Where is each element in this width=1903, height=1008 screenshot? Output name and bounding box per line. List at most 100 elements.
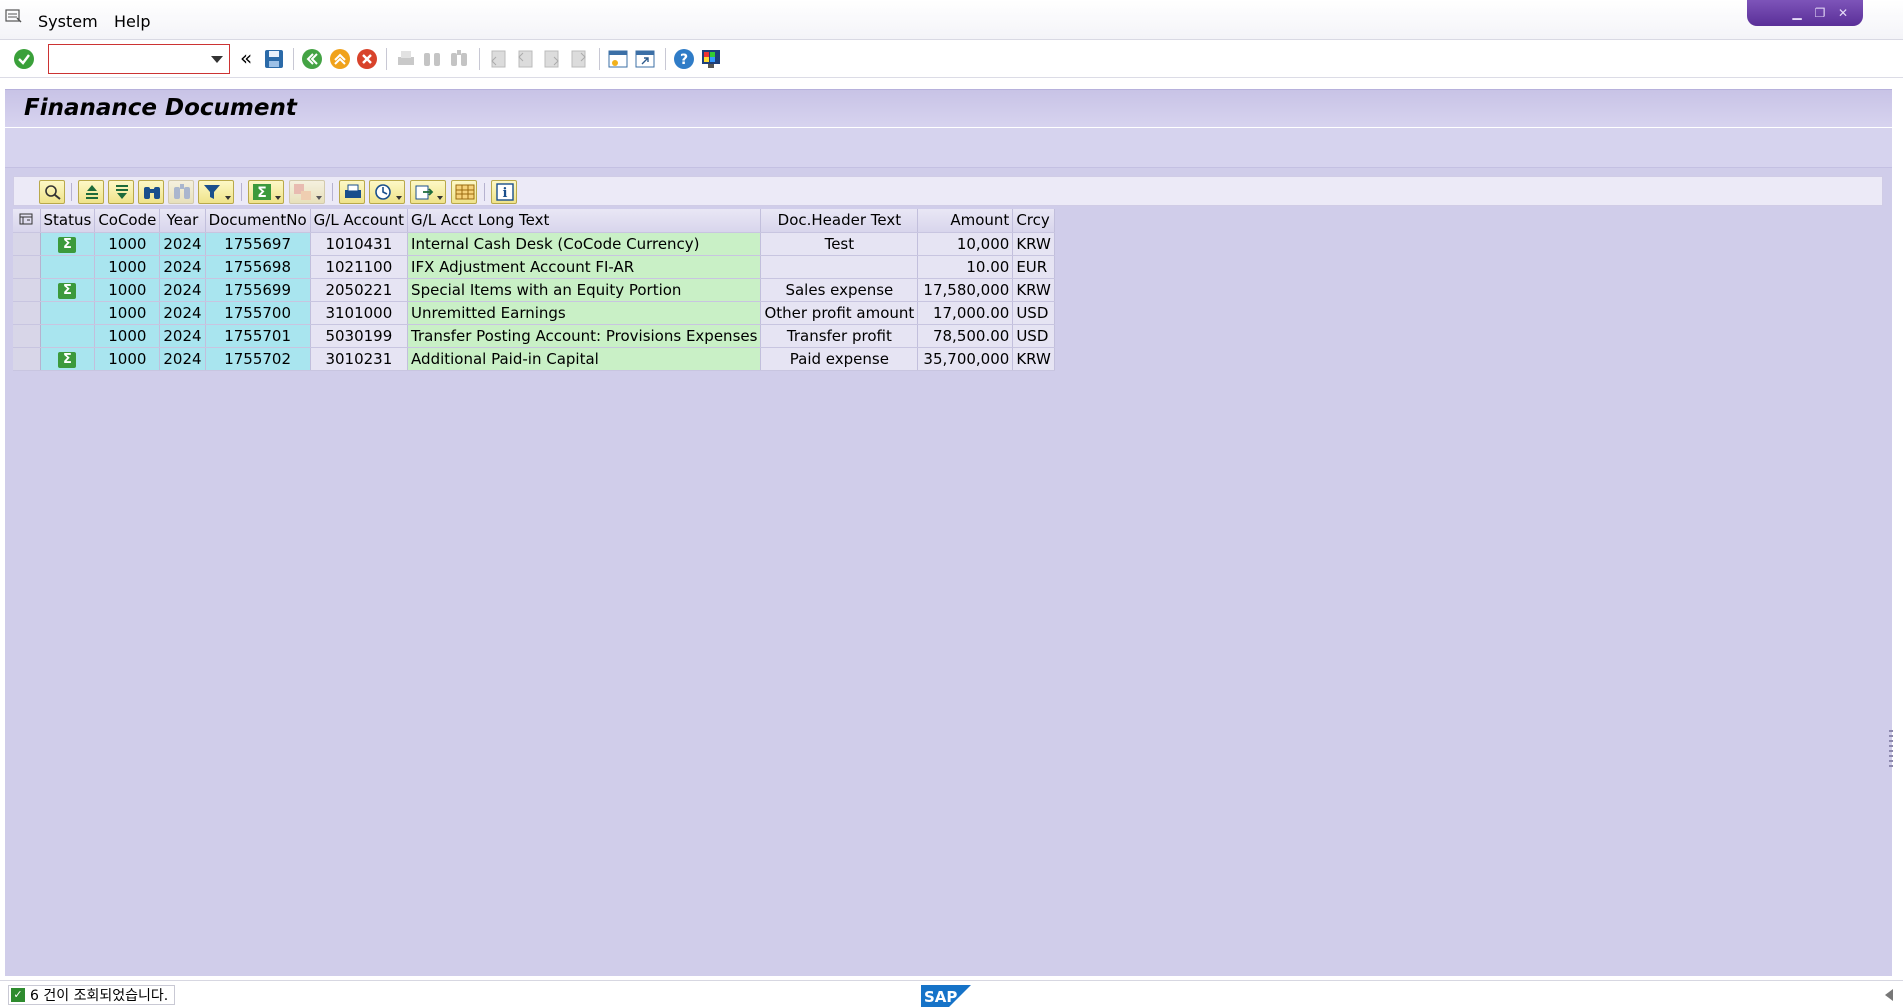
last-page-icon[interactable] [568, 48, 590, 70]
layout-icon[interactable] [451, 180, 477, 204]
table-row[interactable]: Σ 1000 2024 1755699 2050221 Special Items wit… [13, 278, 1055, 302]
print-preview-icon[interactable] [339, 180, 365, 204]
export-icon[interactable] [410, 180, 446, 204]
cell-gl-account: 2050221 [310, 278, 409, 302]
find-next-icon[interactable] [448, 48, 470, 70]
filter-icon[interactable] [198, 180, 234, 204]
find-next-icon[interactable] [168, 180, 194, 204]
status-message[interactable]: ✓ 6 건이 조회되었습니다. [8, 985, 176, 1005]
status-bar-toggle-icon[interactable] [1885, 989, 1893, 1001]
cell-gl-long-text: Internal Cash Desk (CoCode Currency) [407, 232, 762, 256]
sort-descending-icon[interactable] [108, 180, 134, 204]
first-page-icon[interactable] [487, 48, 509, 70]
cell-cocode: 1000 [94, 347, 161, 371]
next-page-icon[interactable] [541, 48, 563, 70]
menu-help[interactable]: Help [114, 12, 150, 31]
column-header-doc-header-text[interactable]: Doc.Header Text [760, 209, 919, 233]
svg-text:Σ: Σ [257, 185, 267, 201]
info-icon[interactable]: i [491, 180, 517, 204]
splitter-handle[interactable] [1889, 730, 1893, 768]
cell-cocode: 1000 [94, 278, 161, 302]
cell-amount: 17,580,000 [917, 278, 1014, 302]
menu-icon[interactable] [5, 8, 22, 25]
close-icon[interactable]: ✕ [1835, 6, 1851, 20]
column-header-cocode[interactable]: CoCode [94, 209, 161, 233]
cell-doc-header-text: Transfer profit [760, 324, 919, 348]
cell-doc-header-text: Other profit amount [760, 301, 919, 325]
column-header-year[interactable]: Year [159, 209, 206, 233]
double-left-chevron-icon[interactable]: « [240, 46, 252, 70]
svg-text:SAP: SAP [924, 988, 957, 1006]
command-field[interactable] [48, 44, 230, 74]
page-title: Finanance Document [24, 95, 297, 121]
back-icon[interactable] [301, 48, 323, 70]
row-selector[interactable] [13, 347, 41, 371]
find-icon[interactable] [421, 48, 443, 70]
row-selector[interactable] [13, 278, 41, 302]
cell-documentno: 1755697 [205, 232, 311, 256]
cell-documentno: 1755700 [205, 301, 311, 325]
column-header-status[interactable]: Status [40, 209, 96, 233]
restore-icon[interactable]: ❐ [1812, 6, 1828, 20]
table-row[interactable]: 1000 2024 1755701 5030199 Transfer Posting A… [13, 324, 1055, 348]
table-row[interactable]: 1000 2024 1755700 3101000 Unremitted Earning… [13, 301, 1055, 325]
cell-gl-long-text: IFX Adjustment Account FI-AR [407, 255, 762, 279]
chevron-down-icon[interactable] [211, 56, 223, 63]
cell-status: Σ [40, 232, 96, 256]
exit-icon[interactable] [329, 48, 351, 70]
row-selector[interactable] [13, 232, 41, 256]
cell-gl-long-text: Unremitted Earnings [407, 301, 762, 325]
create-session-icon[interactable] [607, 48, 629, 70]
subtotal-icon[interactable] [289, 180, 325, 204]
save-icon[interactable] [263, 48, 285, 70]
cell-amount: 10,000 [917, 232, 1014, 256]
cell-amount: 10.00 [917, 255, 1014, 279]
row-selector[interactable] [13, 324, 41, 348]
command-input[interactable] [49, 45, 199, 71]
minimize-icon[interactable]: ▁ [1789, 6, 1805, 20]
help-icon[interactable]: ? [673, 48, 695, 70]
cell-gl-account: 3101000 [310, 301, 409, 325]
row-selector[interactable] [13, 301, 41, 325]
column-header-amount[interactable]: Amount [917, 209, 1014, 233]
previous-page-icon[interactable] [514, 48, 536, 70]
cell-doc-header-text: Test [760, 232, 919, 256]
standard-toolbar: « ? [0, 40, 1903, 78]
cell-gl-account: 5030199 [310, 324, 409, 348]
cell-currency: KRW [1012, 347, 1055, 371]
shortcut-icon[interactable] [634, 48, 656, 70]
total-icon[interactable]: Σ [248, 180, 284, 204]
svg-text:?: ? [680, 52, 688, 68]
cell-cocode: 1000 [94, 255, 161, 279]
table-row[interactable]: 1000 2024 1755698 1021100 IFX Adjustment Acc… [13, 255, 1055, 279]
menu-system[interactable]: System [38, 12, 98, 31]
cell-status: Σ [40, 278, 96, 302]
cancel-icon[interactable] [356, 48, 378, 70]
column-header-documentno[interactable]: DocumentNo [205, 209, 311, 233]
column-header-currency[interactable]: Crcy [1012, 209, 1055, 233]
grid-header-row: Status CoCode Year DocumentNo G/L Accoun… [13, 209, 1055, 233]
print-icon[interactable] [395, 48, 417, 70]
select-all-icon[interactable] [13, 209, 41, 233]
data-grid: Status CoCode Year DocumentNo G/L Accoun… [13, 209, 1055, 371]
table-row[interactable]: Σ 1000 2024 1755697 1010431 Internal Cash Des… [13, 232, 1055, 256]
details-icon[interactable] [39, 180, 65, 204]
cell-gl-long-text: Additional Paid-in Capital [407, 347, 762, 371]
cell-currency: EUR [1012, 255, 1055, 279]
row-selector[interactable] [13, 255, 41, 279]
enter-icon[interactable] [13, 48, 35, 70]
cell-currency: USD [1012, 301, 1055, 325]
main-content: Σ i Status CoCode Year DocumentNo G/L Ac… [5, 168, 1893, 976]
column-header-gl-long-text[interactable]: G/L Acct Long Text [407, 209, 762, 233]
sort-ascending-icon[interactable] [78, 180, 104, 204]
cell-documentno: 1755702 [205, 347, 311, 371]
customize-layout-icon[interactable] [700, 48, 722, 70]
views-icon[interactable] [369, 180, 405, 204]
find-icon[interactable] [138, 180, 164, 204]
cell-currency: KRW [1012, 278, 1055, 302]
cell-amount: 35,700,000 [917, 347, 1014, 371]
table-row[interactable]: Σ 1000 2024 1755702 3010231 Additional Paid-i… [13, 347, 1055, 371]
cell-year: 2024 [159, 301, 206, 325]
cell-amount: 17,000.00 [917, 301, 1014, 325]
column-header-gl-account[interactable]: G/L Account [310, 209, 409, 233]
